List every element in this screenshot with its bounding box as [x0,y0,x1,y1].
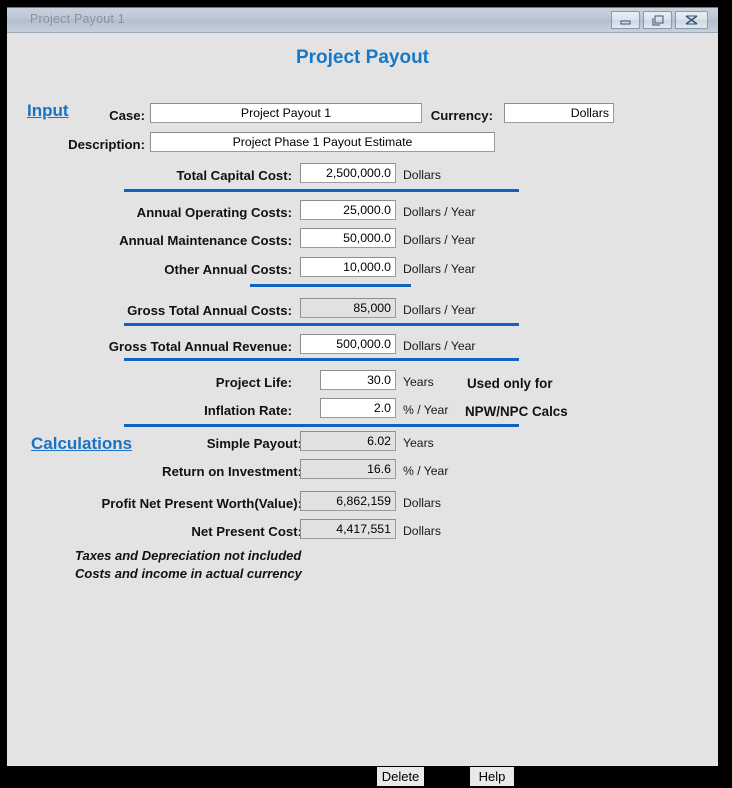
case-label: Case: [109,108,145,123]
divider-3 [124,323,519,326]
application-window: Project Payout 1 Project Payout Input Ca… [7,7,718,788]
simple-payout-label: Simple Payout: [206,436,302,451]
gross-total-annual-revenue-unit: Dollars / Year [403,339,476,353]
annual-operating-costs-label: Annual Operating Costs: [136,205,292,220]
divider-4 [124,358,519,361]
restore-icon[interactable] [643,11,672,29]
gross-total-annual-revenue-input[interactable]: 500,000.0 [300,334,396,354]
minimize-icon[interactable] [611,11,640,29]
life-note-line1: Used only for [467,376,553,391]
other-annual-costs-label: Other Annual Costs: [164,262,292,277]
inflation-rate-label: Inflation Rate: [204,403,292,418]
gross-total-annual-revenue-label: Gross Total Annual Revenue: [108,339,292,354]
page-title: Project Payout [295,47,430,68]
other-annual-costs-unit: Dollars / Year [403,262,476,276]
currency-input[interactable]: Dollars [504,103,614,123]
other-annual-costs-input[interactable]: 10,000.0 [300,257,396,277]
life-note-line2: NPW/NPC Calcs [465,404,568,419]
inflation-rate-unit: % / Year [403,403,449,417]
gross-total-annual-costs-unit: Dollars / Year [403,303,476,317]
simple-payout-value: 6.02 [300,431,396,451]
profit-net-present-worth-value: 6,862,159 [300,491,396,511]
footnote-taxes: Taxes and Depreciation not included [75,548,302,563]
project-life-input[interactable]: 30.0 [320,370,396,390]
divider-5 [124,424,519,427]
help-button[interactable]: Help [469,766,516,788]
total-capital-cost-label: Total Capital Cost: [176,168,292,183]
form-body: Project Payout Input Case: Project Payou… [7,33,718,788]
case-input[interactable]: Project Payout 1 [150,103,422,123]
close-icon[interactable] [675,11,708,29]
window-title: Project Payout 1 [30,12,125,26]
footnote-currency: Costs and income in actual currency [75,566,302,581]
profit-net-present-worth-label: Profit Net Present Worth(Value): [101,496,302,511]
project-life-unit: Years [403,375,434,389]
annual-maintenance-costs-input[interactable]: 50,000.0 [300,228,396,248]
description-input[interactable]: Project Phase 1 Payout Estimate [150,132,495,152]
delete-button[interactable]: Delete [376,766,426,788]
divider-1 [124,189,519,192]
profit-net-present-worth-unit: Dollars [403,496,441,510]
project-life-label: Project Life: [215,375,292,390]
gross-total-annual-costs-label: Gross Total Annual Costs: [127,303,292,318]
net-present-cost-label: Net Present Cost: [191,524,302,539]
return-on-investment-label: Return on Investment: [162,464,302,479]
divider-2 [250,284,411,287]
title-bar[interactable]: Project Payout 1 [7,8,718,33]
inflation-rate-input[interactable]: 2.0 [320,398,396,418]
net-present-cost-unit: Dollars [403,524,441,538]
net-present-cost-value: 4,417,551 [300,519,396,539]
annual-maintenance-costs-unit: Dollars / Year [403,233,476,247]
annual-operating-costs-unit: Dollars / Year [403,205,476,219]
simple-payout-unit: Years [403,436,434,450]
section-header-input: Input [27,101,69,120]
description-label: Description: [68,137,145,152]
total-capital-cost-input[interactable]: 2,500,000.0 [300,163,396,183]
annual-operating-costs-input[interactable]: 25,000.0 [300,200,396,220]
gross-total-annual-costs-value: 85,000 [300,298,396,318]
return-on-investment-value: 16.6 [300,459,396,479]
annual-maintenance-costs-label: Annual Maintenance Costs: [119,233,292,248]
currency-label: Currency: [430,108,493,123]
return-on-investment-unit: % / Year [403,464,449,478]
total-capital-cost-unit: Dollars [403,168,441,182]
section-header-calculations: Calculations [31,434,133,453]
